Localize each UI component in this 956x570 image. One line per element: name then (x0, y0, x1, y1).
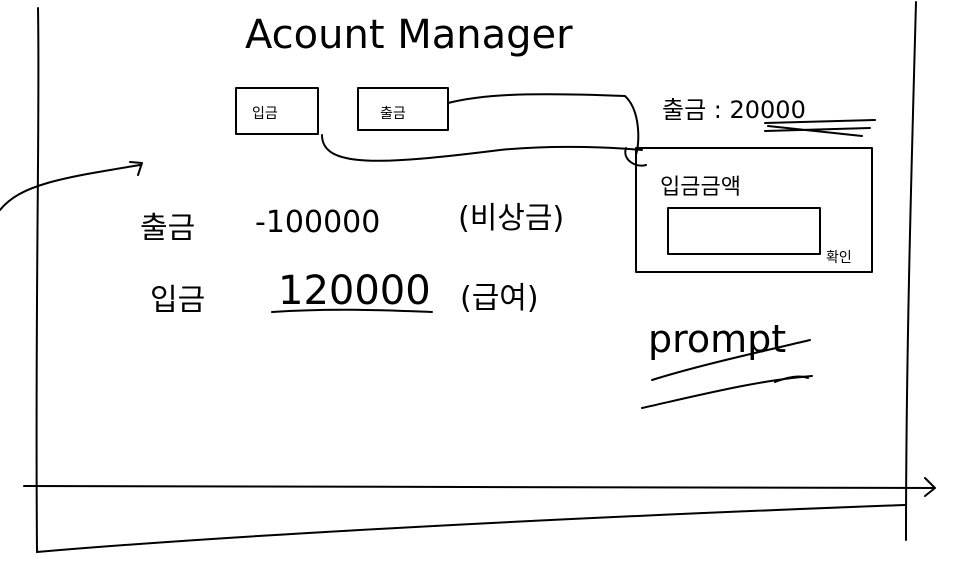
frame-right-edge (905, 1, 917, 541)
sketch-canvas: Acount Manager 입금 출금 출금 -100000 (비상금) 입금… (0, 1, 936, 553)
popup-input-frame (667, 207, 821, 255)
prompt-tick (774, 375, 809, 383)
row-deposit-label: 입금 (150, 283, 205, 318)
prompt-word: prompt (648, 317, 786, 361)
prompt-underline-2 (641, 375, 813, 409)
row-deposit-amount: 120000 (278, 268, 431, 314)
popup-title: 출금 : 20000 (662, 96, 806, 124)
row-withdraw-amount: -100000 (255, 205, 380, 240)
row-withdraw-note: (비상금) (458, 201, 564, 236)
connector-line-bottom (321, 134, 643, 162)
row-withdraw-label: 출금 (140, 211, 195, 246)
pointer-arrow (0, 161, 143, 211)
button-withdraw-label[interactable]: 출금 (380, 106, 406, 122)
button-deposit-label[interactable]: 입금 (252, 106, 278, 122)
frame-bottom-edge (36, 504, 906, 553)
connector-line-top (447, 93, 640, 156)
page-title: Acount Manager (245, 12, 573, 58)
frame-arrow (23, 477, 936, 497)
row-deposit-note: (급여) (460, 281, 539, 316)
frame-left-edge (35, 7, 40, 553)
popup-prompt-label: 입금금액 (660, 175, 741, 200)
popup-confirm-button[interactable]: 확인 (826, 250, 852, 266)
